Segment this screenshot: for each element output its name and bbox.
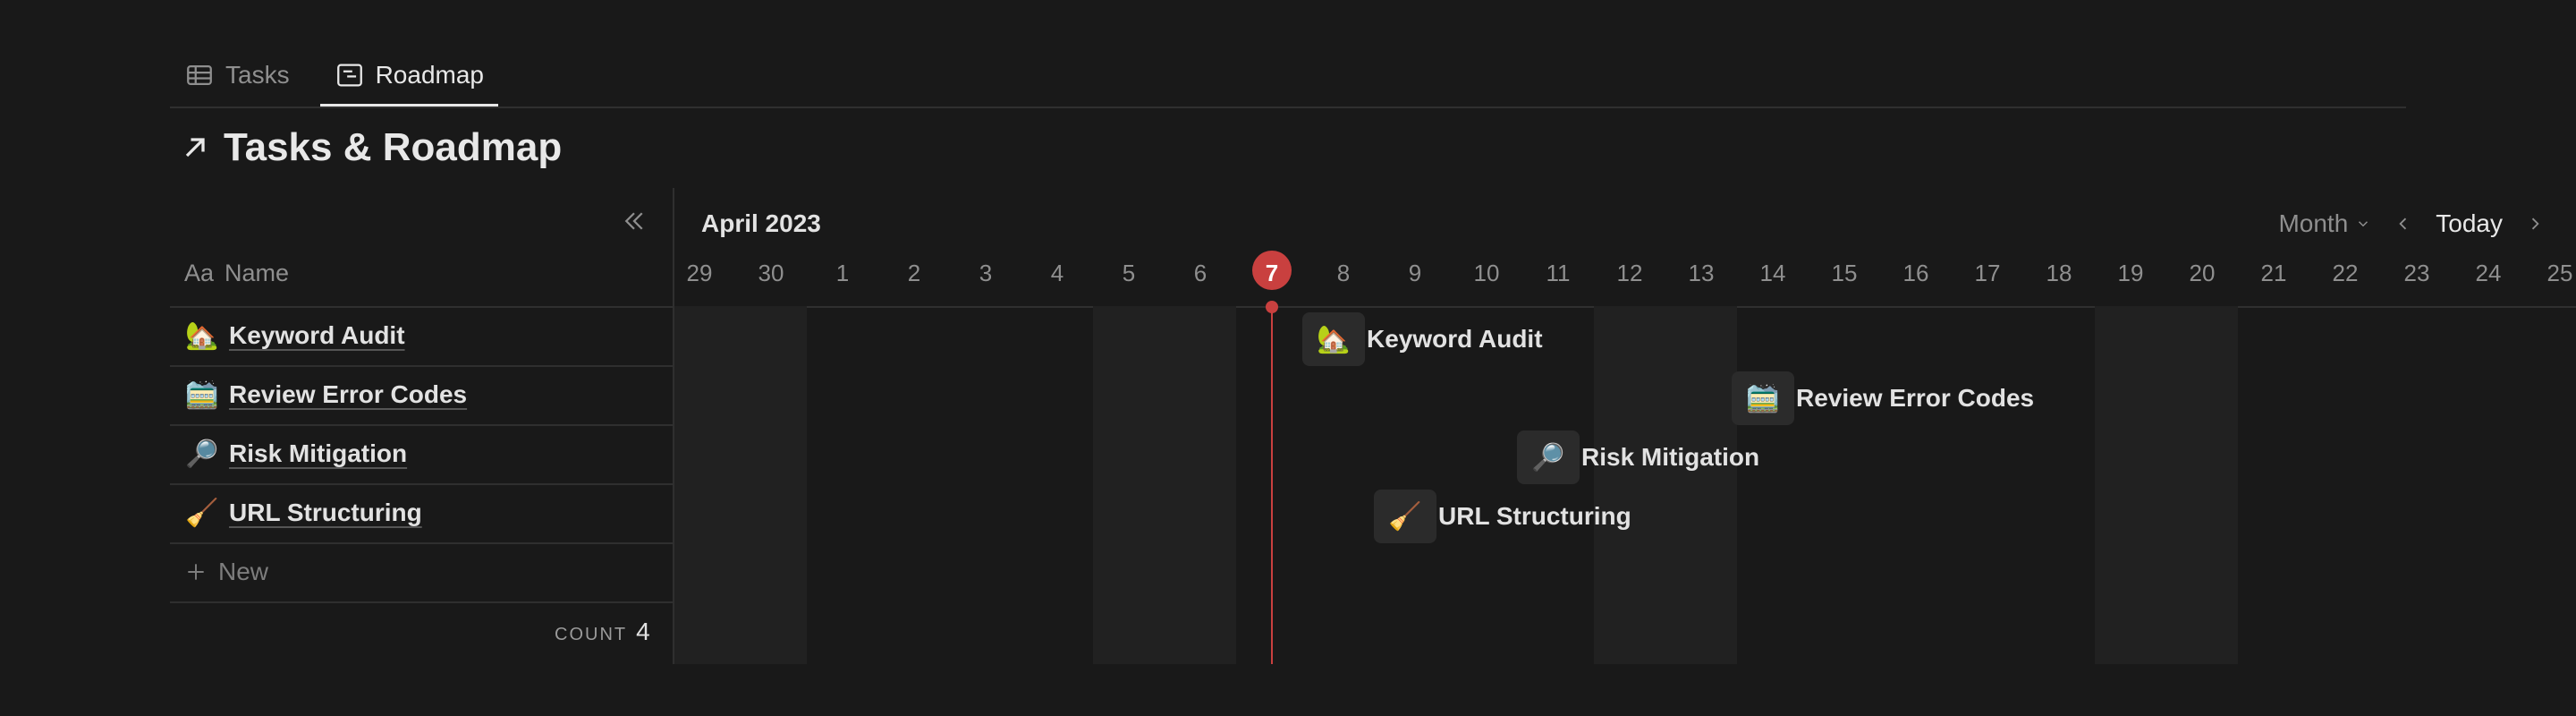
day-label: 10 — [1473, 260, 1500, 286]
card-label: URL Structuring — [1438, 502, 1631, 530]
count-value: 4 — [636, 618, 650, 645]
view-tabs: Tasks Roadmap — [170, 47, 498, 107]
weekend-column — [2095, 306, 2238, 664]
day-label: 23 — [2403, 260, 2430, 286]
day-label: 15 — [1831, 260, 1858, 286]
card-emoji-icon: 🏡 — [1302, 312, 1365, 366]
collapse-icon[interactable] — [621, 208, 648, 234]
month-label: April 2023 — [701, 209, 821, 237]
page-title: Tasks & Roadmap — [224, 125, 563, 169]
list-item[interactable]: 🧹 URL Structuring — [184, 483, 422, 542]
day-label: 7 — [1265, 260, 1279, 286]
day-label: 29 — [686, 260, 713, 286]
weekend-column — [1594, 306, 1737, 664]
day-label: 14 — [1759, 260, 1786, 286]
tab-roadmap-label: Roadmap — [375, 61, 484, 89]
day-label: 25 — [2546, 260, 2573, 286]
day-label: 9 — [1408, 260, 1422, 286]
broom-emoji-icon: 🧹 — [185, 498, 219, 528]
weekend-column — [674, 306, 807, 664]
day-label: 20 — [2189, 260, 2216, 286]
day-label: 21 — [2260, 260, 2287, 286]
timeline-icon — [336, 64, 362, 87]
tab-tasks[interactable]: Tasks — [170, 47, 304, 104]
view-select-label: Month — [2278, 209, 2349, 237]
day-label: 12 — [1616, 260, 1643, 286]
text-type-icon: Aa — [184, 260, 215, 286]
day-label: 24 — [2475, 260, 2502, 286]
database-title[interactable]: Tasks & Roadmap — [179, 125, 562, 170]
day-label: 16 — [1902, 260, 1929, 286]
new-row-label: New — [218, 558, 269, 585]
row-title[interactable]: Keyword Audit — [229, 321, 405, 350]
list-item[interactable]: 🚞 Review Error Codes — [184, 365, 467, 424]
card-emoji-icon: 🚞 — [1732, 371, 1794, 425]
timeline-controls: Month Today — [2278, 209, 2544, 238]
day-label: 11 — [1546, 260, 1571, 286]
day-label: 18 — [2046, 260, 2072, 286]
house-emoji-icon: 🏡 — [185, 320, 219, 351]
chevron-left-icon[interactable] — [2394, 212, 2412, 235]
chevron-right-icon[interactable] — [2526, 212, 2544, 235]
list-item[interactable]: 🔎 Risk Mitigation — [184, 424, 407, 483]
day-label: 2 — [907, 260, 921, 286]
count-summary[interactable]: COUNT 4 — [555, 618, 650, 646]
timeline[interactable]: April 2023 Month Today 29 30 1 2 3 4 5 6 7 8 9 10 11… — [674, 188, 2576, 664]
day-label: 19 — [2117, 260, 2144, 286]
day-label: 5 — [1122, 260, 1136, 286]
name-column-header[interactable]: Aa Name — [184, 260, 289, 287]
today-button[interactable]: Today — [2436, 209, 2503, 238]
roadmap-card[interactable]: 🧹 URL Structuring — [1374, 490, 1631, 543]
day-label: 8 — [1336, 260, 1351, 286]
day-label: 3 — [979, 260, 993, 286]
tab-divider — [170, 107, 2406, 108]
row-title[interactable]: Review Error Codes — [229, 380, 467, 409]
card-label: Keyword Audit — [1367, 325, 1543, 353]
today-dot — [1266, 301, 1278, 313]
tab-roadmap[interactable]: Roadmap — [319, 47, 498, 107]
card-label: Risk Mitigation — [1581, 443, 1760, 471]
card-emoji-icon: 🔎 — [1517, 430, 1580, 484]
day-label: 13 — [1688, 260, 1715, 286]
today-line — [1271, 306, 1273, 664]
day-label: 22 — [2332, 260, 2359, 286]
name-column-label: Name — [225, 260, 290, 286]
row-title[interactable]: Risk Mitigation — [229, 439, 407, 468]
magnifier-emoji-icon: 🔎 — [185, 439, 219, 469]
link-arrow-icon — [185, 138, 205, 158]
tab-tasks-label: Tasks — [225, 61, 290, 89]
plus-icon — [188, 564, 204, 580]
roadmap-card[interactable]: 🔎 Risk Mitigation — [1517, 430, 1759, 484]
row-divider — [170, 601, 673, 603]
roadmap-card[interactable]: 🏡 Keyword Audit — [1302, 312, 1543, 366]
view-select[interactable]: Month — [2278, 209, 2371, 238]
card-label: Review Error Codes — [1796, 384, 2035, 412]
new-row-button[interactable]: New — [184, 542, 268, 601]
day-label: 1 — [835, 260, 850, 286]
list-item[interactable]: 🏡 Keyword Audit — [184, 306, 405, 365]
day-label: 6 — [1193, 260, 1208, 286]
card-emoji-icon: 🧹 — [1374, 490, 1436, 543]
count-label: COUNT — [555, 625, 628, 644]
day-label: 4 — [1050, 260, 1064, 286]
weekend-column — [1093, 306, 1236, 664]
roadmap-card[interactable]: 🚞 Review Error Codes — [1732, 371, 2034, 425]
day-label: 17 — [1974, 260, 2001, 286]
table-icon — [187, 64, 212, 86]
chevron-down-icon — [2359, 221, 2368, 227]
row-title[interactable]: URL Structuring — [229, 499, 422, 527]
railway-emoji-icon: 🚞 — [185, 379, 219, 410]
day-label: 30 — [758, 260, 784, 286]
